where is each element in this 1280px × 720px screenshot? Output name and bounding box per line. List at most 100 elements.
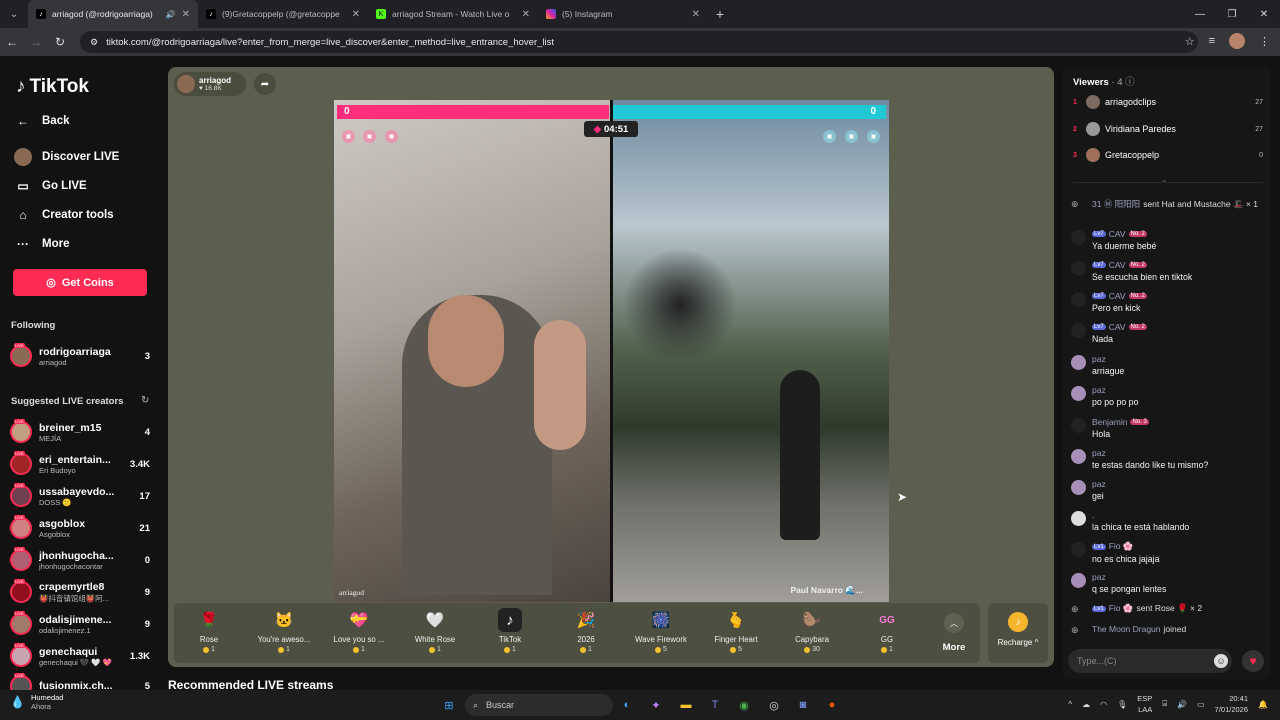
avatar[interactable] <box>1071 261 1086 276</box>
chrome-icon[interactable]: ◉ <box>734 695 754 715</box>
gift-item[interactable]: GG GG 1 <box>852 608 922 654</box>
taskbar-search[interactable]: ⌕ Buscar <box>465 694 613 716</box>
chat-username[interactable]: The Moon Dragun joined <box>1092 624 1267 634</box>
avatar[interactable]: ⊕ <box>1071 625 1086 640</box>
chat-username[interactable]: . <box>1092 510 1267 520</box>
close-tab-icon[interactable]: ✕ <box>352 9 360 20</box>
volume-icon[interactable]: 🔊 <box>1177 700 1187 709</box>
gift-item[interactable]: 🐱 You're aweso... 1 <box>249 608 319 653</box>
folder-icon[interactable]: ▬ <box>676 695 696 715</box>
forward-arrow-icon[interactable]: → <box>24 35 48 49</box>
menu-icon[interactable]: ⋮ <box>1259 35 1270 48</box>
chevron-down-icon[interactable]: ⌄ <box>1161 175 1168 184</box>
sidebar-item-discover-live[interactable]: Discover LIVE <box>14 148 119 166</box>
close-tab-icon[interactable]: ✕ <box>182 9 190 20</box>
url-field[interactable]: ⚙ tiktok.com/@rodrigoarriaga/live?enter_… <box>80 31 1198 53</box>
gift-item[interactable]: 🎆 Wave Firework 5 <box>626 608 696 653</box>
avatar[interactable] <box>1071 230 1086 245</box>
avatar[interactable] <box>1071 386 1086 401</box>
following-item[interactable]: rodrigoarriagaarriagod 3 <box>10 343 150 369</box>
get-coins-button[interactable]: ◎ Get Coins <box>13 269 147 296</box>
battery-icon[interactable]: ▭ <box>1197 700 1205 709</box>
viewer-row[interactable]: 3 Gretacoppelp 0 <box>1073 147 1263 163</box>
recharge-button[interactable]: ♪ Recharge ^ <box>988 603 1048 663</box>
suggested-creator[interactable]: eri_entertain...Eri Budoyo 3.4K <box>10 451 150 477</box>
app-icon[interactable]: ● <box>822 695 842 715</box>
discord-icon[interactable]: ◙ <box>793 695 813 715</box>
language-indicator[interactable]: ESP LAA <box>1137 693 1152 715</box>
avatar[interactable] <box>1071 355 1086 370</box>
suggested-creator[interactable]: asgobloxAsgoblox 21 <box>10 515 150 541</box>
avatar[interactable] <box>1071 323 1086 338</box>
avatar[interactable] <box>1071 449 1086 464</box>
mic-icon[interactable]: 🎙 <box>1117 700 1127 709</box>
restore-icon[interactable]: ❐ <box>1216 0 1248 28</box>
suggested-creator[interactable]: genechaquigenechaqui 🖤 🤍 💖 1.3K <box>10 643 150 669</box>
sidebar-item-creator-tools[interactable]: ⌂ Creator tools <box>14 206 113 224</box>
copilot-icon[interactable]: ✦ <box>646 695 666 715</box>
chat-username[interactable]: Lv1 Fio 🌸 sent Rose 🌹 × 2 <box>1092 603 1267 614</box>
chat-username[interactable]: Lv7 CAV No. 2 <box>1092 229 1267 239</box>
media-control-icon[interactable]: ≡ <box>1209 35 1215 47</box>
suggested-creator[interactable]: jhonhugocha...jhonhugochacontar 0 <box>10 547 150 573</box>
chat-username[interactable]: 31 Ⓜ 阳阳阳 sent Hat and Mustache 🎩 × 1 <box>1092 198 1267 210</box>
edge-icon[interactable]: ◐ <box>617 695 637 715</box>
new-tab-icon[interactable]: + <box>708 6 732 22</box>
avatar[interactable] <box>1071 292 1086 307</box>
chat-username[interactable]: Lv1 Fio 🌸 <box>1092 541 1267 552</box>
gift-item[interactable]: 🦫 Capybara 30 <box>777 608 847 653</box>
share-button[interactable]: ➦ <box>254 73 276 95</box>
gift-item[interactable]: ♪ TikTok 1 <box>475 608 545 653</box>
close-window-icon[interactable]: ✕ <box>1248 0 1280 28</box>
chat-username[interactable]: paz <box>1092 479 1267 489</box>
gift-item[interactable]: 🎉 2026 1 <box>551 608 621 653</box>
tab-search-icon[interactable]: ⌄ <box>0 0 28 28</box>
site-info-icon[interactable]: ⚙ <box>90 37 98 48</box>
suggested-creator[interactable]: odalisjimene...odalisjimenez.1 9 <box>10 611 150 637</box>
gift-item[interactable]: 🌹 Rose 1 <box>174 608 244 653</box>
notification-icon[interactable]: 🔔 <box>1258 700 1268 709</box>
viewer-row[interactable]: 1 arriagodclips 27 <box>1073 94 1263 110</box>
chat-username[interactable]: Lv7 CAV No. 2 <box>1092 322 1267 332</box>
profile-avatar[interactable] <box>1229 33 1245 49</box>
network-icon[interactable]: ⌸ <box>1162 699 1167 709</box>
back-arrow-icon[interactable]: ← <box>0 35 24 49</box>
back-button[interactable]: ← Back <box>14 112 70 130</box>
avatar[interactable] <box>1071 542 1086 557</box>
gift-item[interactable]: 💝 Love you so ... 1 <box>324 608 394 653</box>
chat-username[interactable]: paz <box>1092 385 1267 395</box>
github-icon[interactable]: ◎ <box>764 695 784 715</box>
chat-username[interactable]: Benjamin No. 3 <box>1092 417 1267 427</box>
close-tab-icon[interactable]: ✕ <box>522 9 530 20</box>
avatar[interactable]: ⊕ <box>1071 199 1086 214</box>
like-heart-button[interactable]: ♥ <box>1242 650 1264 672</box>
chat-username[interactable]: paz <box>1092 572 1267 582</box>
weather-widget[interactable]: 💧 Humedad Ahora <box>10 693 63 711</box>
browser-tab[interactable]: ♪ arriagod (@rodrigoarriaga) 🔊 ✕ <box>28 0 198 28</box>
emoji-icon[interactable]: ☺ <box>1214 654 1228 668</box>
chat-username[interactable]: paz <box>1092 448 1267 458</box>
sidebar-item-more[interactable]: ··· More <box>14 235 69 253</box>
avatar[interactable] <box>1071 573 1086 588</box>
cloud-icon[interactable]: ☁ <box>1082 700 1090 709</box>
star-icon[interactable]: ☆ <box>1185 35 1195 48</box>
avatar[interactable]: ⊕ <box>1071 604 1086 619</box>
suggested-creator[interactable]: crapemyrtle8👹抖音镇馆组👹阿... 9 <box>10 579 150 605</box>
browser-tab[interactable]: K arriagod Stream - Watch Live o ✕ <box>368 0 538 28</box>
close-tab-icon[interactable]: ✕ <box>692 9 700 20</box>
chat-username[interactable]: Lv7 CAV No. 2 <box>1092 291 1267 301</box>
teams-icon[interactable]: T <box>705 695 725 715</box>
windows-start-icon[interactable]: ⊞ <box>439 695 459 715</box>
info-icon[interactable]: ⓘ <box>1125 77 1135 88</box>
wifi-icon[interactable]: ◠ <box>1100 700 1107 709</box>
gift-item[interactable]: 🤍 White Rose 1 <box>400 608 470 653</box>
refresh-icon[interactable]: ↻ <box>141 395 149 406</box>
minimize-icon[interactable]: — <box>1184 0 1216 28</box>
browser-tab[interactable]: ♪ (9)Gretacoppelp (@gretacoppe ✕ <box>198 0 368 28</box>
gift-item[interactable]: 🫰 Finger Heart 5 <box>701 608 771 653</box>
host-info[interactable]: arriagod ♥ 16.8K <box>174 72 246 96</box>
chat-input[interactable]: Type...(C) <box>1068 649 1232 673</box>
chat-username[interactable]: Lv7 CAV No. 2 <box>1092 260 1267 270</box>
browser-tab[interactable]: (5) Instagram ✕ <box>538 0 708 28</box>
sidebar-item-go-live[interactable]: ▭ Go LIVE <box>14 177 86 195</box>
